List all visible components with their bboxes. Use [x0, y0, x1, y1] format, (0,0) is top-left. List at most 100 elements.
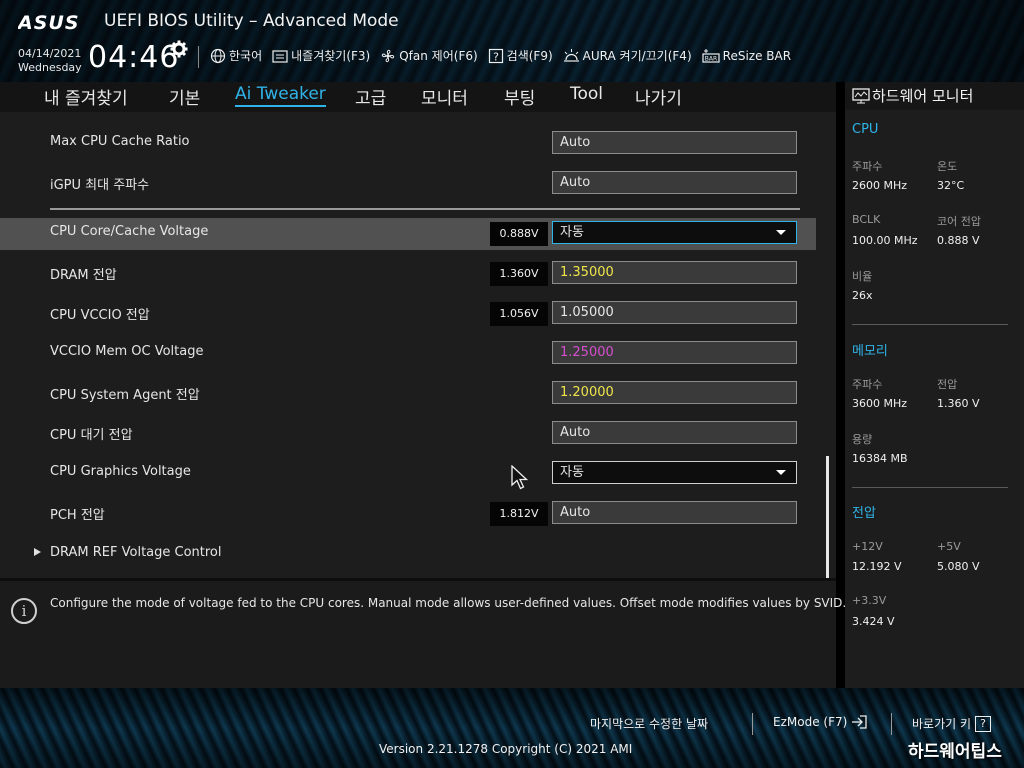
resize-bar-button[interactable]: BAR ReSize BAR: [702, 47, 791, 64]
tab-bar: 내 즐겨찾기 기본 Ai Tweaker 고급 모니터 부팅 Tool 나가기: [0, 82, 836, 112]
core-voltage-value: 0.888 V: [937, 234, 980, 247]
setting-label: CPU System Agent 전압: [50, 388, 200, 403]
search-label: 검색(F9): [506, 49, 553, 63]
setting-row-cpu-system-agent-voltage[interactable]: CPU System Agent 전압 1.20000: [0, 378, 816, 408]
setting-value-field[interactable]: Auto: [552, 131, 797, 154]
setting-value-field[interactable]: Auto: [552, 501, 797, 524]
mem-voltage-value: 1.360 V: [937, 397, 980, 410]
fan-icon: [382, 49, 395, 62]
monitor-icon: [852, 88, 870, 104]
mem-capacity-label: 용량: [852, 433, 873, 446]
ratio-value: 26x: [852, 289, 873, 302]
cpu-temp-label: 온도: [937, 160, 958, 173]
version-text: Version 2.21.1278 Copyright (C) 2021 AMI: [379, 742, 633, 756]
setting-label: PCH 전압: [50, 508, 105, 523]
mem-freq-label: 주파수: [852, 378, 883, 391]
qfan-button[interactable]: Qfan 제어(F6): [380, 47, 478, 64]
v12-value: 12.192 V: [852, 560, 902, 573]
resize-bar-icon: BAR: [702, 48, 720, 63]
setting-dropdown[interactable]: 자동: [552, 461, 797, 484]
setting-value-field[interactable]: 1.35000: [552, 261, 797, 284]
info-icon: i: [11, 598, 37, 624]
header-separator: [198, 46, 199, 68]
ezmode-button[interactable]: EzMode (F7): [773, 715, 867, 729]
search-button[interactable]: ? 검색(F9): [488, 47, 553, 64]
app-title: UEFI BIOS Utility – Advanced Mode: [104, 11, 399, 31]
language-label: 한국어: [229, 49, 263, 63]
hw-section-memory: 메모리: [852, 344, 888, 359]
voltage-readout: 1.812V: [490, 502, 548, 526]
shortcut-keys-button[interactable]: 바로가기 키 ?: [912, 715, 992, 732]
date-display: 04/14/2021 Wednesday: [18, 47, 82, 75]
hw-section-voltage: 전압: [852, 506, 876, 521]
aura-label: AURA 켜기/끄기(F4): [582, 49, 692, 63]
setting-value-field[interactable]: Auto: [552, 421, 797, 444]
footer-separator: [752, 713, 753, 735]
favorites-button[interactable]: 내즐겨찾기(F3): [272, 47, 370, 64]
setting-row-vccio-mem-oc-voltage[interactable]: VCCIO Mem OC Voltage 1.25000: [0, 338, 816, 368]
tab-main[interactable]: 기본: [169, 84, 200, 109]
aura-toggle-button[interactable]: AURA 켜기/끄기(F4): [563, 47, 692, 64]
voltage-readout: 0.888V: [490, 222, 548, 246]
setting-label: DRAM 전압: [50, 268, 117, 283]
setting-row-cpu-core-cache-voltage[interactable]: CPU Core/Cache Voltage 0.888V 자동: [0, 218, 816, 250]
globe-icon: [210, 48, 226, 63]
v12-label: +12V: [852, 540, 883, 553]
chevron-down-icon: [776, 470, 786, 475]
gear-icon[interactable]: [170, 40, 188, 58]
voltage-readout: 1.056V: [490, 302, 548, 326]
asus-logo: ASUS: [18, 12, 80, 32]
tab-favorites[interactable]: 내 즐겨찾기: [44, 84, 128, 109]
setting-row-pch-voltage[interactable]: PCH 전압 1.812V Auto: [0, 498, 816, 528]
setting-label: iGPU 최대 주파수: [50, 178, 150, 193]
setting-row-dram-voltage[interactable]: DRAM 전압 1.360V 1.35000: [0, 258, 816, 288]
hardware-monitor-panel: 하드웨어 모니터 CPU 주파수 온도 2600 MHz 32°C BCLK 코…: [845, 82, 1024, 688]
submenu-dram-ref-voltage-control[interactable]: DRAM REF Voltage Control: [0, 539, 816, 569]
svg-text:BAR: BAR: [704, 55, 716, 62]
setting-value-field[interactable]: 1.25000: [552, 341, 797, 364]
exit-arrow-icon: [852, 715, 867, 729]
clock-time: 04:46: [88, 40, 180, 75]
hotkey-bar: 한국어 내즐겨찾기(F3) Qfan 제어(F6) ? 검색(F9) AURA …: [210, 47, 791, 64]
core-voltage-label: 코어 전압: [937, 215, 981, 228]
tab-boot[interactable]: 부팅: [504, 84, 535, 109]
setting-value-field[interactable]: 1.20000: [552, 381, 797, 404]
setting-row-cpu-vccio-voltage[interactable]: CPU VCCIO 전압 1.056V 1.05000: [0, 298, 816, 328]
setting-value-field[interactable]: Auto: [552, 171, 797, 194]
section-divider: [50, 208, 800, 210]
bclk-label: BCLK: [852, 213, 881, 226]
main-panel: 내 즐겨찾기 기본 Ai Tweaker 고급 모니터 부팅 Tool 나가기 …: [0, 82, 846, 688]
svg-text:ASUS: ASUS: [18, 12, 80, 32]
setting-dropdown[interactable]: 자동: [552, 221, 797, 244]
v33-value: 3.424 V: [852, 615, 895, 628]
tab-ai-tweaker[interactable]: Ai Tweaker: [235, 84, 326, 107]
language-button[interactable]: 한국어: [210, 47, 262, 64]
setting-value-field[interactable]: 1.05000: [552, 301, 797, 324]
tab-exit[interactable]: 나가기: [635, 84, 682, 109]
cpu-temp-value: 32°C: [937, 179, 965, 192]
setting-row-igpu-max-frequency[interactable]: iGPU 최대 주파수 Auto: [0, 168, 816, 198]
tab-advanced[interactable]: 고급: [355, 84, 386, 109]
mem-freq-value: 3600 MHz: [852, 397, 908, 410]
setting-row-max-cpu-cache-ratio[interactable]: Max CPU Cache Ratio Auto: [0, 128, 816, 158]
setting-row-cpu-graphics-voltage[interactable]: CPU Graphics Voltage 자동: [0, 458, 816, 488]
last-modified-button[interactable]: 마지막으로 수정한 날짜: [590, 715, 708, 732]
bclk-value: 100.00 MHz: [852, 234, 918, 247]
hw-divider: [852, 324, 1008, 325]
setting-row-cpu-standby-voltage[interactable]: CPU 대기 전압 Auto: [0, 418, 816, 448]
chevron-down-icon: [776, 230, 786, 235]
date-text: 04/14/2021: [18, 47, 82, 60]
setting-label: CPU Core/Cache Voltage: [50, 224, 209, 239]
favorites-icon: [272, 49, 288, 63]
aura-light-icon: [563, 48, 579, 62]
cpu-freq-label: 주파수: [852, 160, 883, 173]
tab-monitor[interactable]: 모니터: [421, 84, 468, 109]
v33-label: +3.3V: [852, 594, 887, 607]
tab-tool[interactable]: Tool: [570, 84, 603, 104]
mem-capacity-value: 16384 MB: [852, 452, 908, 465]
svg-text:?: ?: [493, 50, 499, 63]
setting-label: CPU Graphics Voltage: [50, 464, 191, 479]
hw-section-cpu: CPU: [852, 122, 879, 137]
setting-label: Max CPU Cache Ratio: [50, 134, 190, 149]
resize-bar-label: ReSize BAR: [722, 48, 792, 63]
